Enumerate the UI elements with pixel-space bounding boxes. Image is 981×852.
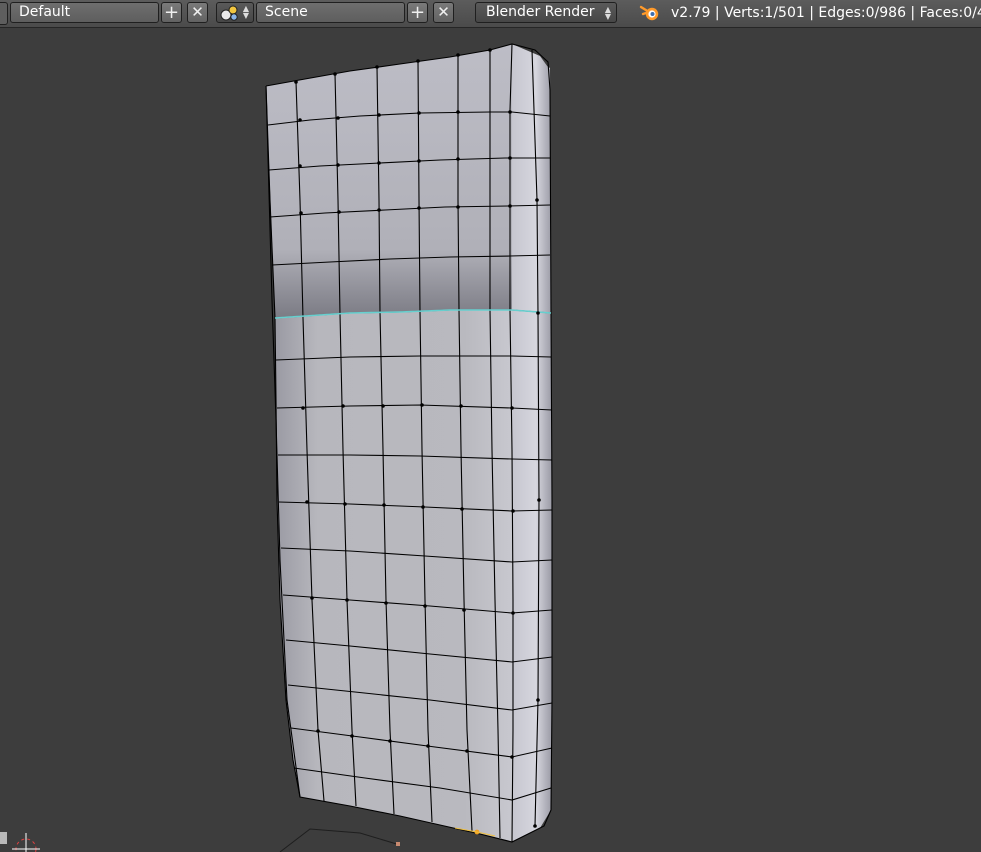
- remove-scene-button[interactable]: ✕: [433, 2, 454, 23]
- up-down-arrows-icon: ▲ ▼: [242, 4, 249, 20]
- floor-grid: [279, 828, 401, 852]
- scene-field[interactable]: Scene: [256, 2, 405, 23]
- info-header: Default + ✕ ▲ ▼ Scene + ✕ Blender Render …: [0, 0, 981, 28]
- mesh-object[interactable]: [265, 43, 553, 843]
- x-icon: ✕: [437, 3, 450, 21]
- layout-editor-icon[interactable]: [0, 2, 8, 25]
- x-icon: ✕: [191, 3, 204, 21]
- up-down-arrows-icon: ▲ ▼: [604, 5, 611, 21]
- render-engine-dropdown[interactable]: Blender Render ▲ ▼: [475, 2, 617, 23]
- scene-icon: [220, 5, 238, 21]
- add-scene-button[interactable]: +: [407, 2, 428, 23]
- blender-logo-icon: [639, 5, 659, 21]
- mesh-upper-faces: [266, 44, 550, 318]
- 3d-cursor-icon: [12, 833, 40, 852]
- remove-layout-button[interactable]: ✕: [187, 2, 208, 23]
- scene-type-button[interactable]: ▲ ▼: [216, 2, 254, 23]
- scene-statistics: v2.79 | Verts:1/501 | Edges:0/986 | Face…: [671, 5, 981, 21]
- screen-layout-field[interactable]: Default: [10, 2, 159, 23]
- mesh-front-faces: [275, 310, 512, 842]
- lamp-marker: [396, 842, 400, 846]
- plus-icon: +: [163, 1, 180, 23]
- partial-label: [0, 832, 7, 844]
- plus-icon: +: [409, 1, 426, 23]
- mesh-side-faces: [512, 44, 552, 842]
- add-layout-button[interactable]: +: [161, 2, 182, 23]
- render-engine-label: Blender Render: [486, 4, 595, 20]
- 3d-viewport[interactable]: [0, 28, 981, 852]
